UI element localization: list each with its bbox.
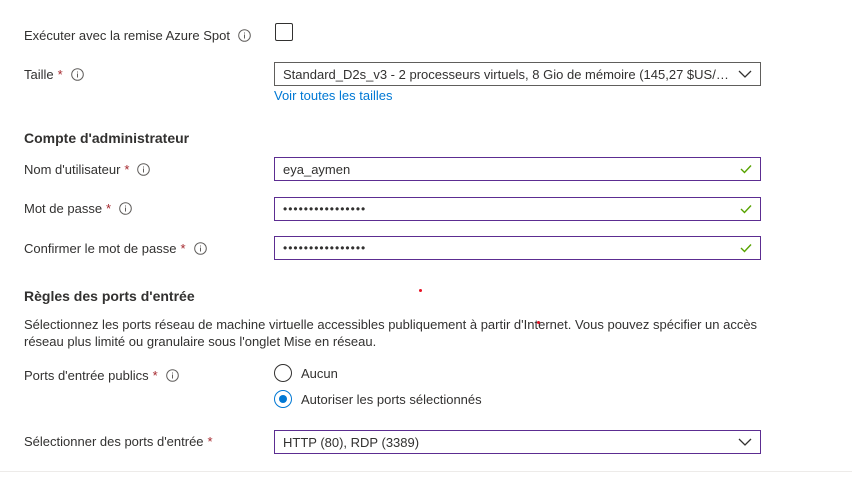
info-icon[interactable] bbox=[238, 29, 251, 42]
required-marker: * bbox=[207, 434, 213, 449]
see-all-sizes-link[interactable]: Voir toutes les tailles bbox=[274, 88, 393, 103]
radio-label-none: Aucun bbox=[301, 365, 338, 381]
confirm-password-label-row: Confirmer le mot de passe * bbox=[24, 241, 207, 256]
size-label-row: Taille * bbox=[24, 67, 84, 82]
required-marker: * bbox=[152, 368, 158, 383]
username-label: Nom d'utilisateur bbox=[24, 162, 121, 177]
username-label-row: Nom d'utilisateur * bbox=[24, 162, 151, 177]
inbound-description-line1: Sélectionnez les ports réseau de machine… bbox=[24, 317, 758, 332]
admin-section-title: Compte d'administrateur bbox=[24, 130, 190, 146]
radio-dot bbox=[279, 395, 287, 403]
vm-basics-form: Exécuter avec la remise Azure Spot Taill… bbox=[0, 0, 852, 477]
password-value: •••••••••••••••• bbox=[283, 202, 367, 216]
checkmark-icon bbox=[740, 243, 752, 253]
confirm-password-value: •••••••••••••••• bbox=[283, 241, 367, 255]
public-ports-label-row: Ports d'entrée publics * bbox=[24, 368, 179, 383]
info-icon[interactable] bbox=[193, 242, 207, 255]
divider bbox=[0, 471, 852, 472]
spot-label-row: Exécuter avec la remise Azure Spot bbox=[24, 28, 251, 43]
inbound-description: Sélectionnez les ports réseau de machine… bbox=[24, 316, 784, 350]
radio-button[interactable] bbox=[274, 364, 292, 382]
spot-checkbox[interactable] bbox=[275, 23, 293, 41]
size-dropdown-value: Standard_D2s_v3 - 2 processeurs virtuels… bbox=[283, 66, 732, 82]
red-dot-marker bbox=[419, 289, 422, 292]
select-ports-dropdown[interactable]: HTTP (80), RDP (3389) bbox=[274, 430, 761, 454]
confirm-password-label: Confirmer le mot de passe bbox=[24, 241, 177, 256]
required-marker: * bbox=[180, 241, 186, 256]
required-marker: * bbox=[124, 162, 130, 177]
size-label: Taille bbox=[24, 67, 54, 82]
select-ports-label-row: Sélectionner des ports d'entrée * bbox=[24, 434, 213, 449]
password-label-row: Mot de passe * bbox=[24, 201, 132, 216]
radio-option-none[interactable]: Aucun bbox=[274, 364, 338, 382]
select-ports-value: HTTP (80), RDP (3389) bbox=[283, 434, 420, 450]
inbound-description-line2: réseau plus limité ou granulaire sous l'… bbox=[24, 334, 377, 349]
required-marker: * bbox=[57, 67, 63, 82]
public-ports-label: Ports d'entrée publics bbox=[24, 368, 149, 383]
info-icon[interactable] bbox=[137, 163, 151, 176]
info-icon[interactable] bbox=[119, 202, 132, 215]
inbound-section-title: Règles des ports d'entrée bbox=[24, 288, 195, 304]
info-icon[interactable] bbox=[70, 68, 84, 81]
required-marker: * bbox=[106, 201, 112, 216]
confirm-password-input[interactable]: •••••••••••••••• bbox=[274, 236, 761, 260]
size-dropdown[interactable]: Standard_D2s_v3 - 2 processeurs virtuels… bbox=[274, 62, 761, 86]
radio-label-allow: Autoriser les ports sélectionnés bbox=[301, 391, 482, 407]
username-input[interactable]: eya_aymen bbox=[274, 157, 761, 181]
info-icon[interactable] bbox=[165, 369, 179, 382]
select-ports-label: Sélectionner des ports d'entrée bbox=[24, 434, 204, 449]
password-label: Mot de passe bbox=[24, 201, 103, 216]
radio-option-allow[interactable]: Autoriser les ports sélectionnés bbox=[274, 390, 482, 408]
chevron-down-icon bbox=[738, 69, 752, 79]
chevron-down-icon bbox=[738, 437, 752, 447]
checkmark-icon bbox=[740, 164, 752, 174]
radio-button-checked[interactable] bbox=[274, 390, 292, 408]
username-value: eya_aymen bbox=[283, 161, 351, 177]
checkmark-icon bbox=[740, 204, 752, 214]
red-dot-marker bbox=[537, 321, 540, 324]
password-input[interactable]: •••••••••••••••• bbox=[274, 197, 761, 221]
spot-label: Exécuter avec la remise Azure Spot bbox=[24, 28, 230, 43]
